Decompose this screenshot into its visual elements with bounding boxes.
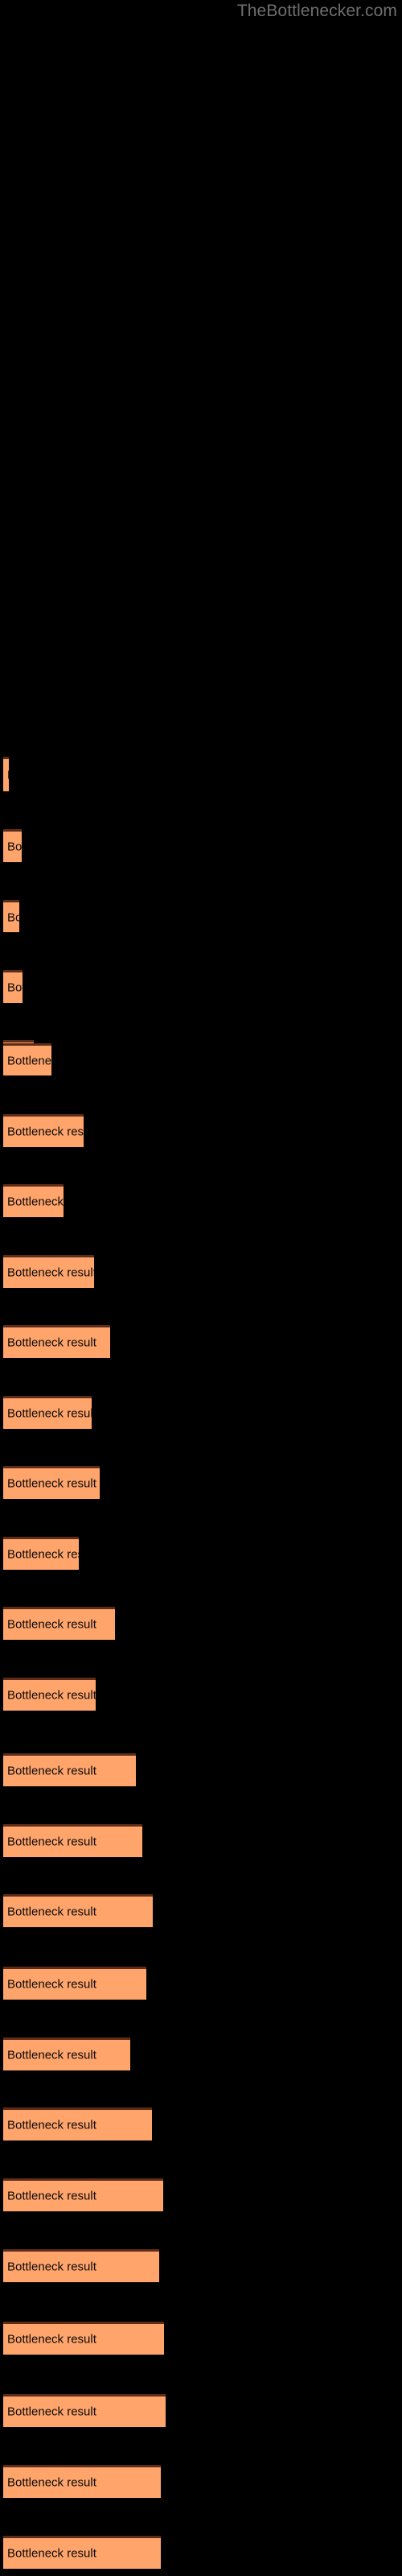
bar-row: Bottleneck result — [0, 1466, 402, 1499]
bar[interactable]: Bottleneck result — [3, 2536, 161, 2569]
bar-label: Bottleneck result — [7, 2332, 96, 2347]
bar-row: Bottleneck result — [0, 1967, 402, 2000]
bar-label: Bottleneck result — [7, 1764, 96, 1778]
bar[interactable]: Bottleneck result — [3, 1043, 51, 1075]
bar-row: Bottleneck result — [0, 1255, 402, 1288]
bar-row: Bottleneck result — [0, 2394, 402, 2427]
bar-row: Bottleneck result — [0, 829, 402, 862]
bar-label: Bottleneck result — [7, 2546, 96, 2561]
bar[interactable]: Bottleneck result — [3, 1824, 142, 1857]
bar[interactable]: Bottleneck result — [3, 1753, 136, 1786]
bar-label: Bottleneck result — [7, 2260, 96, 2274]
bar-row: Bottleneck result — [0, 757, 402, 791]
bar[interactable]: Bottleneck result — [3, 2322, 164, 2355]
bar[interactable]: Bottleneck result — [3, 1678, 96, 1711]
bar-row: Bottleneck result — [0, 1325, 402, 1358]
bar[interactable]: Bottleneck result — [3, 757, 9, 791]
bar-row: Bottleneck result — [0, 1607, 402, 1640]
bar-label: Bottleneck result — [7, 769, 9, 782]
bar[interactable]: Bottleneck result — [3, 1967, 146, 2000]
bar[interactable]: Bottleneck result — [3, 2465, 161, 2498]
bar[interactable]: Bottleneck result — [3, 2107, 152, 2140]
bar-label: Bottleneck result — [7, 2048, 96, 2062]
bar[interactable]: Bottleneck result — [3, 1607, 115, 1640]
bar-label: Bottleneck result — [7, 1406, 92, 1421]
bar-row: Bottleneck result — [0, 1537, 402, 1570]
bar-row: Bottleneck result — [0, 1824, 402, 1857]
bar-label: Bottleneck result — [7, 2405, 96, 2419]
bar[interactable]: Bottleneck result — [3, 2249, 159, 2282]
bar-label: Bottleneck result — [7, 1476, 96, 1491]
bar-label: Bottleneck result — [7, 1905, 96, 1919]
bar-label: Bottleneck result — [7, 1617, 96, 1632]
bar[interactable]: Bottleneck result — [3, 1537, 79, 1570]
bar-label: Bottleneck result — [7, 1977, 96, 1992]
bar-row: Bottleneck result — [0, 2322, 402, 2355]
bar[interactable]: Bottleneck result — [3, 2037, 130, 2070]
bar[interactable]: Bottleneck result — [3, 1396, 92, 1429]
bar-label: Bottleneck result — [7, 980, 23, 995]
bar[interactable]: Bottleneck result — [3, 2394, 166, 2427]
bar-row: Bottleneck result — [0, 2107, 402, 2140]
site-watermark: TheBottlenecker.com — [236, 2, 397, 20]
bar-row: Bottleneck result — [0, 2249, 402, 2282]
bar[interactable]: Bottleneck result — [3, 1466, 100, 1499]
bar-label: Bottleneck result — [7, 1195, 64, 1209]
bar-label: Bottleneck result — [7, 1265, 94, 1280]
bar-row: Bottleneck result — [0, 2037, 402, 2070]
bar[interactable]: Bottleneck result — [3, 1255, 94, 1288]
bar-row: Bottleneck result — [0, 2178, 402, 2211]
bar-row: Bottleneck result — [0, 1114, 402, 1147]
bar-row: Bottleneck result — [0, 900, 402, 932]
bar-row: Bottleneck result — [0, 1678, 402, 1711]
bar-row: Bottleneck result — [0, 2536, 402, 2569]
bar[interactable]: Bottleneck result — [3, 900, 19, 932]
bar[interactable]: Bottleneck result — [3, 1184, 64, 1217]
bar[interactable]: Bottleneck result — [3, 829, 22, 862]
bar-chart-plot-area: Bottleneck result Bottleneck result Bottle… — [0, 0, 402, 2576]
bar[interactable]: Bottleneck result — [3, 2178, 163, 2211]
bar[interactable]: Bottleneck result — [3, 1325, 110, 1358]
bar-row: Bottleneck result — [0, 2465, 402, 2498]
bar[interactable]: Bottleneck result — [3, 1114, 84, 1147]
bar-row: Bottleneck result — [0, 1894, 402, 1927]
bar-row: Bottleneck result — [0, 1753, 402, 1786]
bar[interactable]: Bottleneck result — [3, 970, 23, 1003]
bar-label: Bottleneck result — [7, 1547, 79, 1562]
bar-label: Bottleneck result — [7, 1688, 96, 1703]
bar[interactable]: Bottleneck result — [3, 1894, 153, 1927]
bar-label: Bottleneck result — [7, 1335, 96, 1350]
bar-row: Bottleneck result — [0, 1043, 402, 1075]
bar-label: Bottleneck result — [7, 910, 19, 924]
bar-label: Bottleneck result — [7, 1835, 96, 1849]
bar-label: Bottleneck result — [7, 2189, 96, 2203]
bar-label: Bottleneck result — [7, 2475, 96, 2490]
bar-row: Bottleneck result — [0, 1396, 402, 1429]
bar-label: Bottleneck result — [7, 2118, 96, 2132]
bar-label: Bottleneck result — [7, 1125, 84, 1139]
bar-label: Bottleneck result — [7, 840, 22, 854]
bar-label: Bottleneck result — [7, 1053, 51, 1067]
bar-row: Bottleneck result — [0, 1184, 402, 1217]
bar-row: Bottleneck result — [0, 970, 402, 1003]
